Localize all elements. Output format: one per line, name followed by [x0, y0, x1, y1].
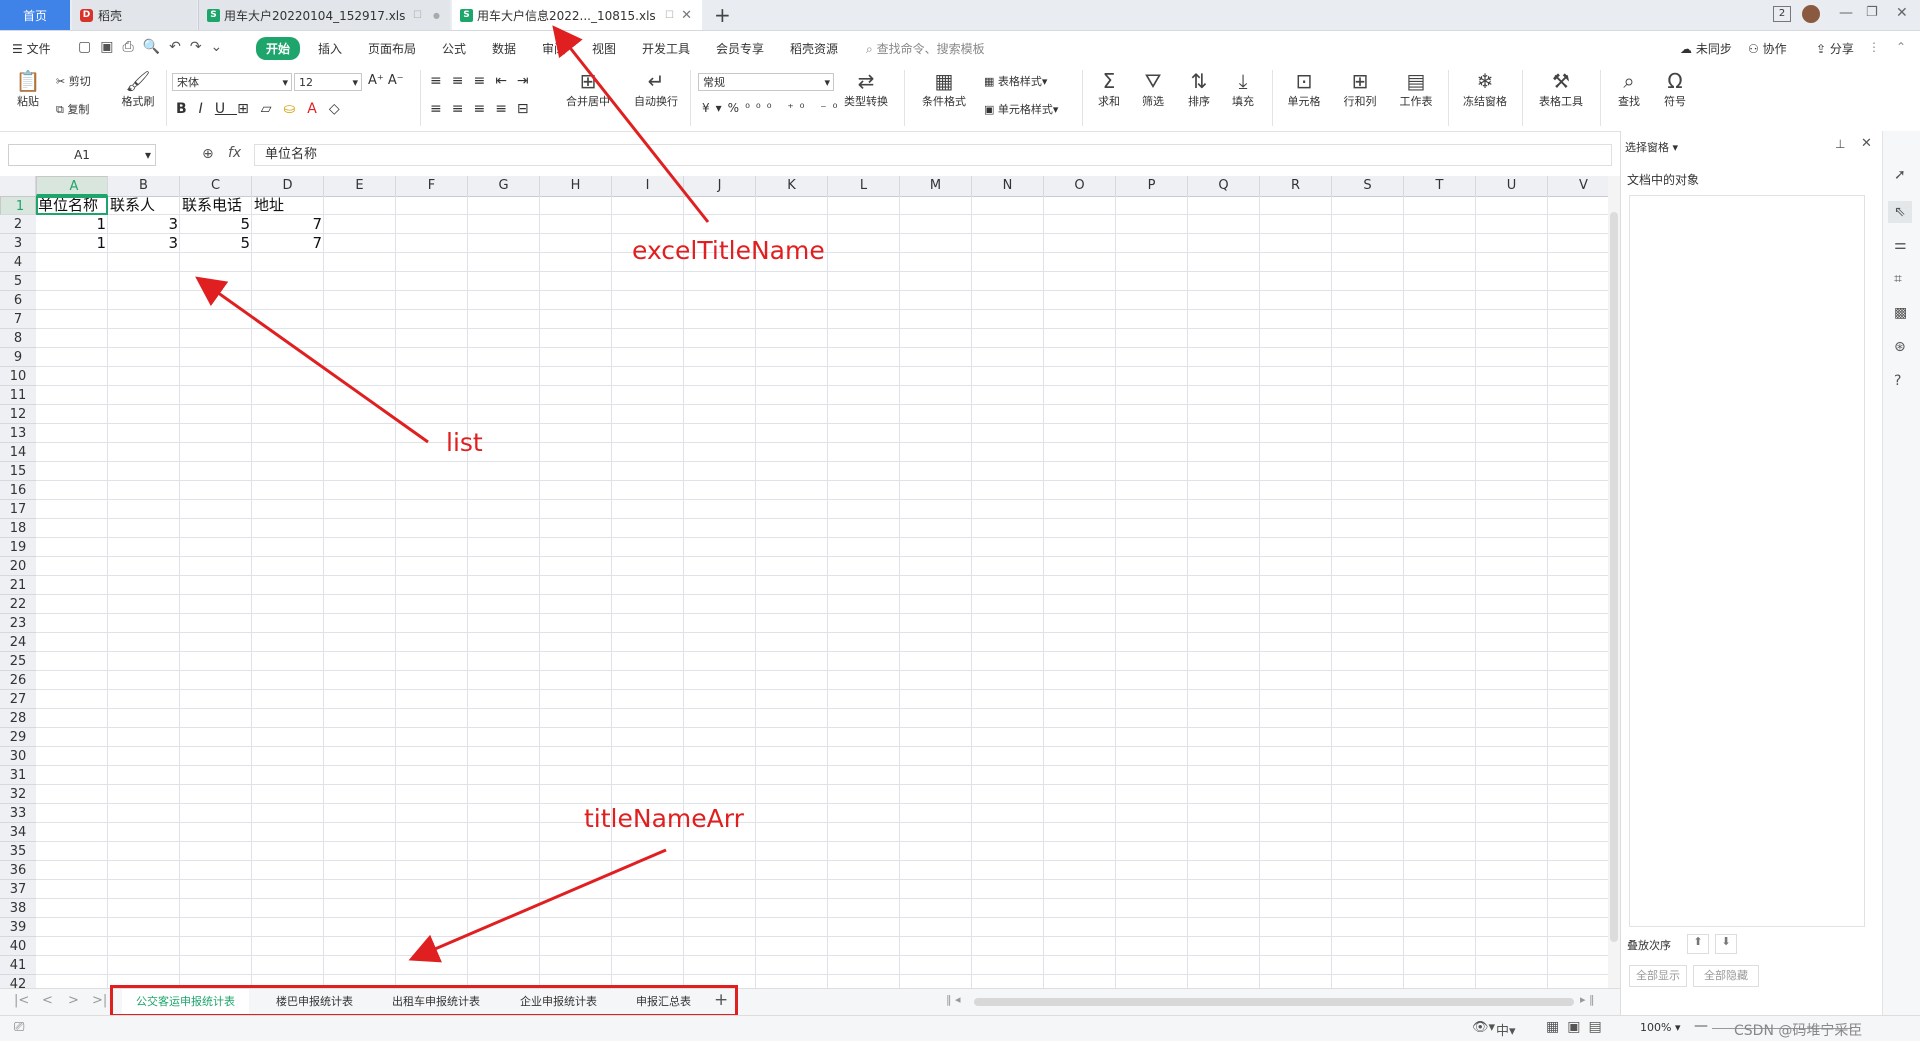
- annotation-excel-title: excelTitleName: [632, 236, 825, 265]
- annotation-list: list: [446, 428, 483, 457]
- arrow-to-title: [552, 25, 710, 223]
- arrow-to-sheets: [408, 848, 667, 963]
- annotation-title-arr: titleNameArr: [584, 804, 744, 833]
- annotation-arrows: [195, 25, 710, 963]
- arrow-to-list: [195, 276, 429, 444]
